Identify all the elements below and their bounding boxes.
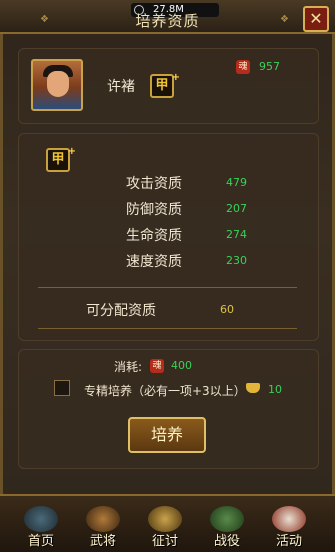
grade-text: 甲 — [155, 78, 169, 93]
plus-icon: + — [67, 146, 76, 157]
soul-amount: 957 — [259, 60, 280, 73]
gold-ingot-icon — [246, 383, 260, 393]
campaign-icon — [148, 506, 182, 532]
general-icon — [86, 506, 120, 532]
close-icon: ✕ — [309, 9, 323, 28]
divider — [38, 287, 297, 288]
stat-attack-value: 479 — [226, 176, 247, 189]
nav-battle[interactable]: 战役 — [200, 500, 254, 550]
divider — [38, 328, 297, 329]
cost-label: 消耗: — [114, 360, 143, 374]
plus-icon: + — [171, 72, 180, 83]
distributable-value: 60 — [220, 303, 234, 316]
soul-icon: 魂 — [236, 60, 250, 74]
stat-speed-value: 230 — [226, 254, 247, 267]
stat-hp-label: 生命资质 — [126, 228, 182, 244]
event-icon — [272, 506, 306, 532]
stat-defense-label: 防御资质 — [126, 202, 182, 218]
hero-avatar[interactable] — [31, 59, 83, 111]
bottom-nav: 首页 武将 征讨 战役 活动 — [0, 494, 335, 552]
hero-grade-badge: 甲 + — [150, 72, 180, 98]
title-bar: 27.8M ❖ ❖ 培养资质 ✕ — [0, 0, 335, 34]
stat-hp-value: 274 — [226, 228, 247, 241]
close-button[interactable]: ✕ — [303, 6, 329, 32]
focus-training-label: 专精培养（必有一项+3以上） — [84, 384, 246, 398]
page-title: 培养资质 — [135, 12, 200, 30]
battle-icon — [210, 506, 244, 532]
home-icon — [24, 506, 58, 532]
cost-amount: 400 — [171, 359, 192, 372]
nav-general[interactable]: 武将 — [76, 500, 130, 550]
focus-cost-amount: 10 — [268, 383, 282, 396]
hero-name: 许褚 — [107, 79, 135, 95]
nav-battle-label: 战役 — [213, 534, 240, 549]
avatar-face — [47, 71, 69, 97]
nav-campaign-label: 征讨 — [151, 534, 178, 549]
stat-defense-value: 207 — [226, 202, 247, 215]
nav-home[interactable]: 首页 — [14, 500, 68, 550]
nav-campaign[interactable]: 征讨 — [138, 500, 192, 550]
focus-training-checkbox[interactable] — [54, 380, 70, 396]
nav-general-label: 武将 — [89, 534, 116, 549]
nav-event[interactable]: 活动 — [262, 500, 316, 550]
train-button[interactable]: 培养 — [128, 417, 206, 453]
nav-home-label: 首页 — [27, 534, 54, 549]
soul-icon: 魂 — [150, 359, 164, 373]
stat-speed-label: 速度资质 — [126, 254, 182, 270]
distributable-label: 可分配资质 — [86, 303, 156, 319]
grade-text: 甲 — [51, 152, 65, 167]
stat-attack-label: 攻击资质 — [126, 176, 182, 192]
nav-event-label: 活动 — [275, 534, 302, 549]
quality-grade-badge: 甲 + — [46, 146, 76, 172]
